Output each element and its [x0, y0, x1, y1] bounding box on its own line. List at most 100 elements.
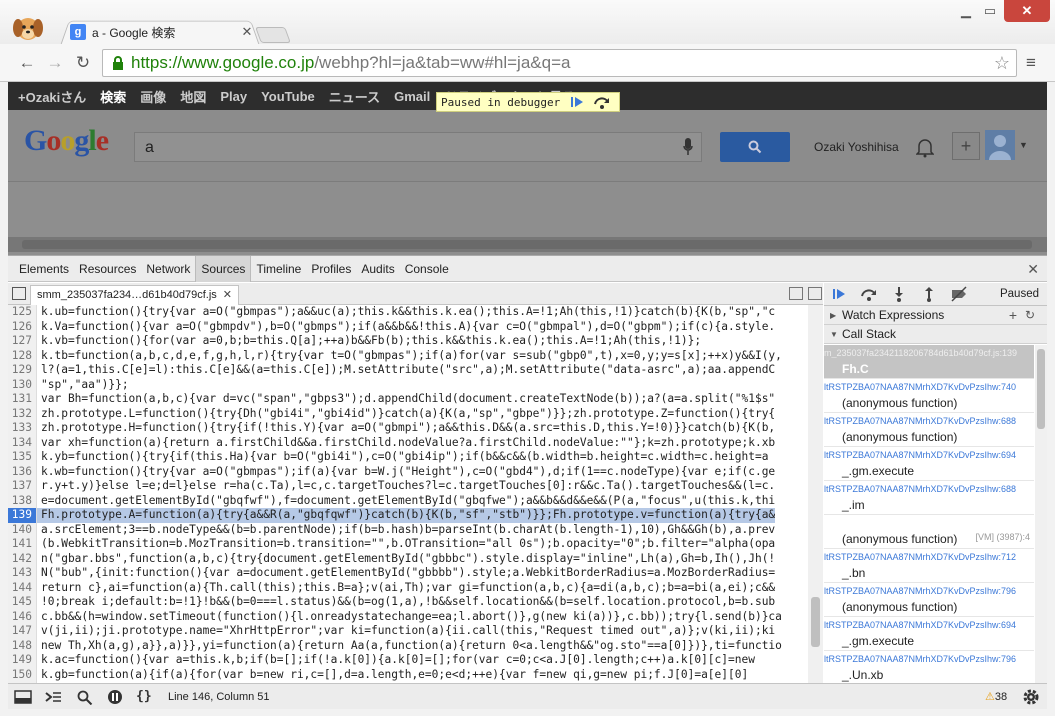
- line-number[interactable]: 125: [8, 305, 37, 320]
- line-number[interactable]: 143: [8, 566, 37, 581]
- pause-on-exceptions-icon[interactable]: [106, 689, 124, 705]
- code-line[interactable]: 142 n("gbar.bbs",function(a,b,c){try{docu…: [8, 551, 808, 566]
- step-over-icon[interactable]: [860, 286, 878, 302]
- sidebar-vertical-scrollbar[interactable]: [1035, 345, 1047, 683]
- line-code[interactable]: e=document.getElementById("gbqfwf"),f=do…: [37, 494, 775, 509]
- line-code[interactable]: (b.WebkitTransition=b.MozTransition=b.tr…: [37, 537, 775, 552]
- refresh-icon[interactable]: ↻: [1025, 306, 1035, 325]
- tab-timeline[interactable]: Timeline: [251, 256, 306, 282]
- tab-audits[interactable]: Audits: [356, 256, 399, 282]
- line-number[interactable]: 142: [8, 551, 37, 566]
- line-code[interactable]: v(ji,ii);ji.prototype.name="XhrHttpError…: [37, 624, 775, 639]
- scrollbar-thumb[interactable]: [22, 240, 1032, 249]
- line-number[interactable]: 130: [8, 377, 37, 392]
- code-line[interactable]: 136 k.wb=function(){try{var a=O("gbmpas")…: [8, 464, 808, 480]
- call-frame-location[interactable]: ltRSTPZBA07NAA87NMrhXD7KvDvPzsIhw:694: [824, 450, 1034, 460]
- code-line[interactable]: 148 new Th,Xh(a,g),a}},a)}},yi=function(a…: [8, 638, 808, 654]
- call-frame[interactable]: ltRSTPZBA07NAA87NMrhXD7KvDvPzsIhw:796 _.U…: [824, 651, 1034, 683]
- tab-elements[interactable]: Elements: [14, 256, 74, 282]
- gbar-item[interactable]: YouTube: [261, 89, 315, 104]
- code-line[interactable]: 134 var xh=function(a){return a.firstChil…: [8, 435, 808, 450]
- call-frame[interactable]: ltRSTPZBA07NAA87NMrhXD7KvDvPzsIhw:694 _.g…: [824, 617, 1034, 651]
- line-code[interactable]: return c},ai=function(a){Th.call(this);t…: [37, 581, 775, 596]
- minimize-icon[interactable]: ▁: [954, 0, 978, 22]
- google-logo[interactable]: Google: [24, 124, 109, 158]
- warning-count[interactable]: ⚠38: [985, 690, 1007, 703]
- line-code[interactable]: k.wb=function(){try{var a=O("gbmpas");if…: [37, 465, 775, 480]
- line-code[interactable]: r.y+t.y)}else l=e;d=l}else r=ha(c.Ta),l=…: [37, 479, 775, 494]
- menu-icon[interactable]: ≡: [1020, 52, 1042, 74]
- address-bar[interactable]: https://www.google.co.jp/webhp?hl=ja&tab…: [102, 49, 1017, 77]
- code-line[interactable]: 127 k.vb=function(){for(var a=0,b;b=this.…: [8, 334, 808, 349]
- add-watch-icon[interactable]: +: [1009, 306, 1017, 325]
- code-line[interactable]: 149 k.ac=function(){var a=this.k,b;if(b=[…: [8, 653, 808, 668]
- line-code[interactable]: k.tb=function(a,b,c,d,e,f,g,h,l,r){try{v…: [37, 349, 782, 364]
- call-frame-location[interactable]: ltRSTPZBA07NAA87NMrhXD7KvDvPzsIhw:740: [824, 382, 1034, 392]
- scrollbar-thumb[interactable]: [811, 597, 820, 647]
- deactivate-breakpoints-icon[interactable]: [950, 286, 968, 302]
- line-number[interactable]: 146: [8, 609, 37, 624]
- line-number[interactable]: 150: [8, 667, 37, 682]
- bookmark-star-icon[interactable]: ☆: [994, 53, 1010, 74]
- close-window-icon[interactable]: ✕: [1004, 0, 1050, 22]
- notification-bell-icon[interactable]: [916, 138, 934, 158]
- gear-icon[interactable]: [1022, 688, 1040, 706]
- gbar-item[interactable]: 検索: [100, 87, 126, 106]
- line-number[interactable]: 137: [8, 479, 37, 494]
- line-number[interactable]: 129: [8, 363, 37, 378]
- console-drawer-icon[interactable]: [44, 689, 62, 705]
- gbar-item[interactable]: 画像: [140, 87, 166, 106]
- search-icon[interactable]: [76, 689, 94, 705]
- share-plus-button[interactable]: +: [952, 132, 980, 160]
- line-code[interactable]: zh.prototype.L=function(){try{Dh("gbi4i"…: [37, 407, 775, 422]
- call-frame-location[interactable]: m_235037fa2342118206784d61b40d79cf.js:13…: [824, 348, 1034, 358]
- new-tab-button[interactable]: [255, 27, 291, 43]
- search-input[interactable]: a: [134, 132, 702, 162]
- line-code[interactable]: k.gb=function(a){if(a){for(var b=new ri,…: [37, 668, 748, 683]
- call-stack-header[interactable]: ▼ Call Stack: [824, 325, 1047, 344]
- user-name[interactable]: Ozaki Yoshihisa: [814, 140, 899, 154]
- call-frame[interactable]: m_235037fa2342118206784d61b40d79cf.js:13…: [824, 345, 1034, 379]
- code-line[interactable]: 135 k.yb=function(){try{if(this.Ha){var b…: [8, 450, 808, 465]
- code-line[interactable]: 147 v(ji,ii);ji.prototype.name="XhrHttpEr…: [8, 624, 808, 639]
- code-line[interactable]: 132 zh.prototype.L=function(){try{Dh("gbi…: [8, 406, 808, 422]
- dog-profile-icon[interactable]: [10, 12, 46, 44]
- line-code[interactable]: new Th,Xh(a,g),a}},a)}},yi=function(a){r…: [37, 639, 782, 654]
- call-frame-location[interactable]: ltRSTPZBA07NAA87NMrhXD7KvDvPzsIhw:688: [824, 484, 1034, 494]
- line-code[interactable]: zh.prototype.H=function(){try{if(!this.Y…: [37, 421, 775, 436]
- code-line[interactable]: 144 return c},ai=function(a){Th.call(this…: [8, 580, 808, 596]
- page-horizontal-scrollbar[interactable]: [8, 237, 1047, 252]
- file-tab[interactable]: smm_235037fa234…d61b40d79cf.js ✕: [30, 285, 240, 305]
- code-line[interactable]: 146 c.bb&&(h=window.setTimeout(function()…: [8, 609, 808, 624]
- gbar-item[interactable]: 地図: [180, 87, 206, 106]
- call-frame[interactable]: ltRSTPZBA07NAA87NMrhXD7KvDvPzsIhw:740 (an…: [824, 379, 1034, 413]
- resume-icon[interactable]: [568, 94, 588, 110]
- call-frame-vm-label[interactable]: [VM] (3987):4: [975, 532, 1030, 542]
- line-code[interactable]: N("bub",{init:function(){var a=document.…: [37, 566, 775, 581]
- code-line[interactable]: 139 Fh.prototype.A=function(a){try{a&&R(a…: [8, 508, 808, 523]
- line-number[interactable]: 126: [8, 319, 37, 334]
- call-frame[interactable]: ltRSTPZBA07NAA87NMrhXD7KvDvPzsIhw:688 (an…: [824, 413, 1034, 447]
- maximize-icon[interactable]: ▭: [978, 0, 1002, 22]
- tab-network[interactable]: Network: [141, 256, 195, 282]
- line-number[interactable]: 127: [8, 334, 37, 349]
- call-frame[interactable]: ltRSTPZBA07NAA87NMrhXD7KvDvPzsIhw:688 _.i…: [824, 481, 1034, 515]
- line-code[interactable]: k.vb=function(){for(var a=0,b;b=this.Q[a…: [37, 334, 701, 349]
- tab-resources[interactable]: Resources: [74, 256, 141, 282]
- line-code[interactable]: k.Va=function(){var a=O("gbmpdv"),b=O("g…: [37, 320, 775, 335]
- line-code[interactable]: var Bh=function(a,b,c){var d=vc("span","…: [37, 392, 775, 407]
- gbar-item[interactable]: Play: [220, 89, 247, 104]
- resume-icon[interactable]: [830, 286, 848, 302]
- line-number[interactable]: 132: [8, 406, 37, 421]
- step-into-icon[interactable]: [890, 286, 908, 302]
- call-frame[interactable]: ltRSTPZBA07NAA87NMrhXD7KvDvPzsIhw:712 _.b…: [824, 549, 1034, 583]
- code-line[interactable]: 128 k.tb=function(a,b,c,d,e,f,g,h,l,r){tr…: [8, 348, 808, 364]
- devtools-close-icon[interactable]: ✕: [1027, 261, 1039, 278]
- line-number[interactable]: 134: [8, 435, 37, 450]
- file-tab-close-icon[interactable]: ✕: [223, 289, 232, 301]
- line-code[interactable]: l?(a=1,this.C[e]=l):this.C[e]&&(a=this.C…: [37, 363, 775, 378]
- gbar-item[interactable]: +Ozakiさん: [18, 87, 86, 106]
- code-vertical-scrollbar[interactable]: [808, 305, 823, 683]
- code-view[interactable]: 125 k.ub=function(){try{var a=O("gbmpas")…: [8, 305, 808, 683]
- code-line[interactable]: 138 e=document.getElementById("gbqfwf"),f…: [8, 493, 808, 509]
